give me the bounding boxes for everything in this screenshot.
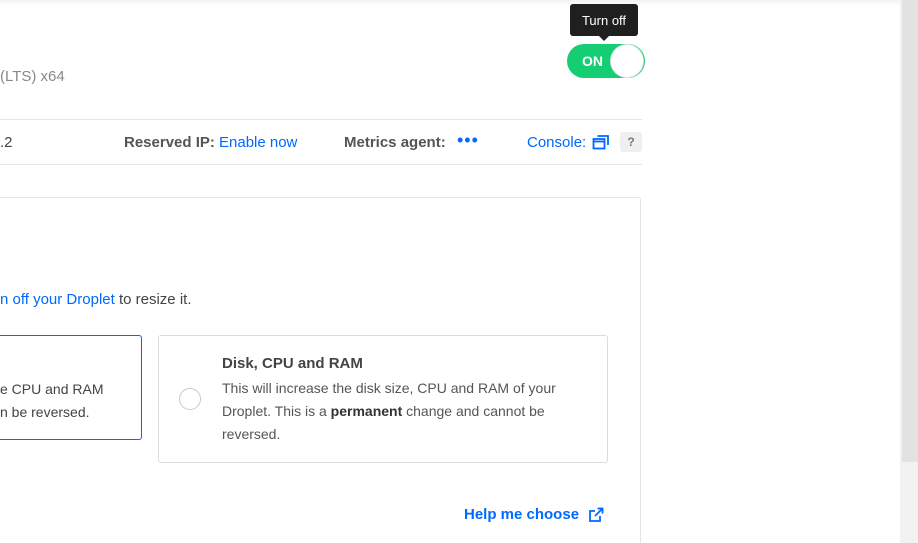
metrics-loading-dots[interactable]: ••• [457, 130, 479, 151]
power-toggle-label: ON [582, 53, 603, 69]
os-label: (LTS) x64 [0, 68, 65, 85]
top-shadow [0, 0, 900, 6]
cpu-ram-only-line-2: n be reversed. [0, 404, 90, 420]
disk-cpu-ram-radio[interactable] [179, 388, 201, 410]
ip-address: .2 [0, 134, 13, 151]
external-link-icon[interactable] [588, 507, 604, 523]
cpu-ram-only-description: e CPU and RAM n be reversed. [0, 378, 103, 424]
help-me-choose-link[interactable]: Help me choose [464, 506, 579, 523]
enable-reserved-ip-link[interactable]: Enable now [219, 134, 297, 151]
droplet-info-bar: .2 Reserved IP: Enable now Metrics agent… [0, 119, 642, 165]
reserved-ip-label: Reserved IP: [124, 134, 215, 151]
console-help-badge[interactable]: ? [620, 132, 642, 152]
tooltip-arrow [598, 35, 610, 41]
open-window-icon[interactable] [592, 134, 610, 150]
disk-cpu-ram-description: This will increase the disk size, CPU an… [222, 377, 592, 446]
desc-permanent-emphasis: permanent [330, 403, 403, 419]
metrics-agent-label: Metrics agent: [344, 134, 446, 151]
resize-droplet-page: (LTS) x64 Turn off ON .2 Reserved IP: En… [0, 0, 918, 543]
turn-off-tooltip: Turn off [570, 4, 638, 36]
disk-cpu-ram-title: Disk, CPU and RAM [222, 355, 363, 372]
resize-note: n off your Droplet to resize it. [0, 291, 192, 308]
turn-off-droplet-link[interactable]: n off your Droplet [0, 291, 115, 308]
resize-note-text: to resize it. [114, 291, 192, 308]
cpu-ram-only-line-1: e CPU and RAM [0, 381, 104, 397]
power-toggle[interactable]: ON [567, 44, 645, 78]
power-toggle-knob [611, 45, 643, 77]
console-link[interactable]: Console: [527, 134, 586, 151]
scrollbar-thumb[interactable] [902, 0, 918, 462]
